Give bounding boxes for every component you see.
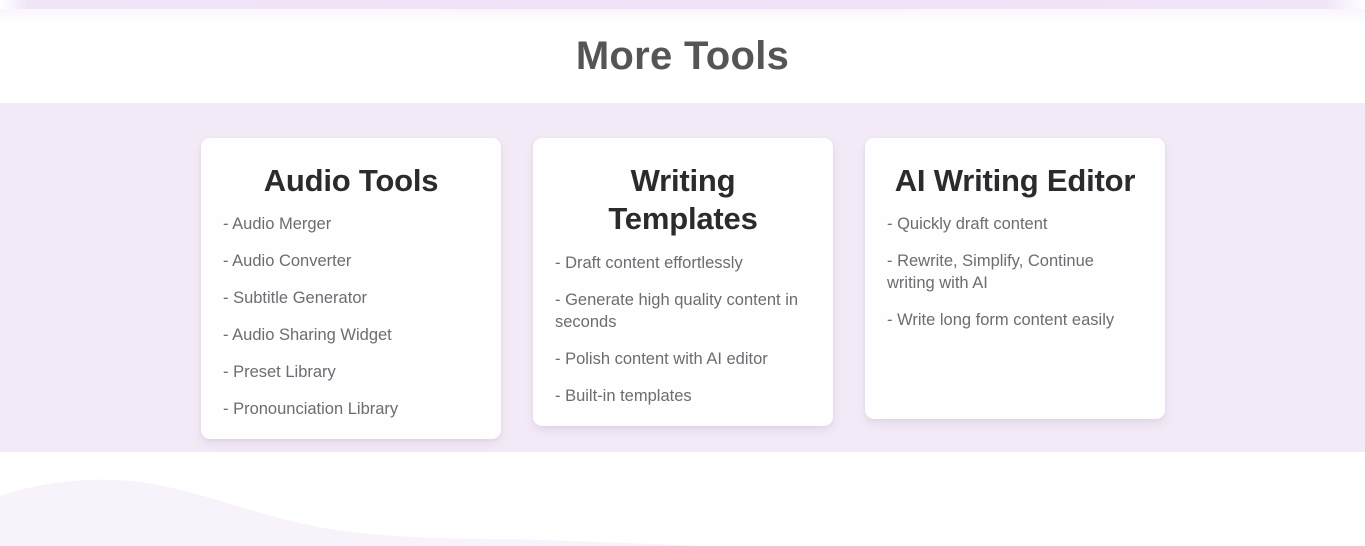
tools-section: Audio Tools - Audio Merger - Audio Conve… [0, 103, 1365, 452]
list-item: - Audio Sharing Widget [223, 326, 392, 345]
list-item: - Rewrite, Simplify, Continue writing wi… [887, 252, 1094, 293]
list-item: - Preset Library [223, 363, 336, 382]
list-item: - Audio Converter [223, 252, 352, 271]
card-feature-list: - Quickly draft content - Rewrite, Simpl… [887, 214, 1143, 332]
list-item: - Pronounciation Library [223, 400, 399, 419]
tool-card-audio-tools[interactable]: Audio Tools - Audio Merger - Audio Conve… [201, 138, 501, 440]
list-item: - Write long form content easily [887, 311, 1115, 330]
tool-card-ai-writing-editor[interactable]: AI Writing Editor - Quickly draft conten… [865, 138, 1165, 419]
section-header: More Tools [0, 0, 1365, 103]
tool-card-writing-templates[interactable]: Writing Templates - Draft content effort… [533, 138, 833, 426]
list-item: - Built-in templates [555, 386, 692, 405]
list-item: - Quickly draft content [887, 215, 1048, 234]
card-title: AI Writing Editor [894, 163, 1136, 198]
wave-decoration-icon [0, 479, 700, 546]
card-title: Writing Templates [608, 163, 758, 237]
card-title: Audio Tools [263, 163, 439, 198]
list-item: - Draft content effortlessly [555, 253, 743, 272]
page-title: More Tools [575, 34, 790, 78]
list-item: - Polish content with AI editor [555, 349, 768, 368]
tool-cards-row: Audio Tools - Audio Merger - Audio Conve… [201, 138, 1165, 440]
bottom-decoration-area [0, 452, 1365, 546]
card-feature-list: - Audio Merger - Audio Converter - Subti… [223, 214, 479, 421]
list-item: - Audio Merger [223, 215, 332, 234]
card-feature-list: - Draft content effortlessly - Generate … [555, 253, 811, 408]
list-item: - Subtitle Generator [223, 289, 367, 308]
list-item: - Generate high quality content in secon… [555, 290, 799, 331]
